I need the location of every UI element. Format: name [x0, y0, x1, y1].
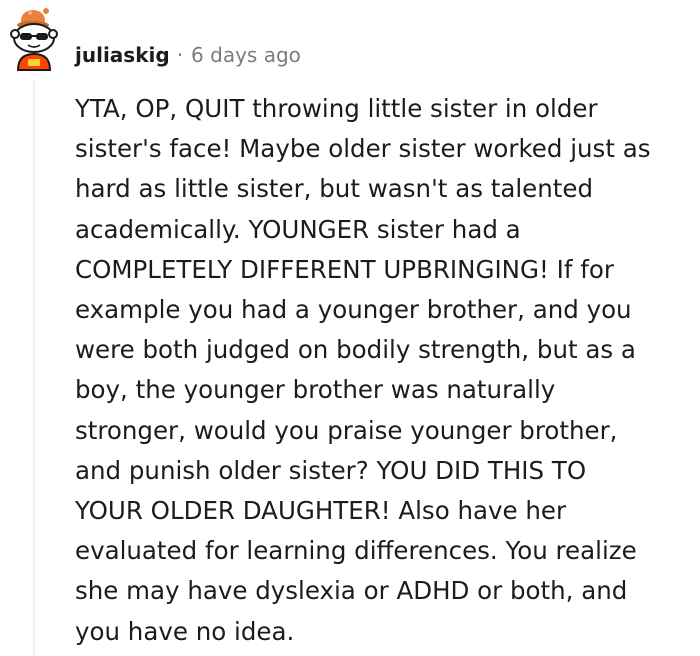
comment: juliaskig · 6 days ago YTA, OP, QUIT thr… [0, 0, 700, 656]
meta-separator: · [176, 43, 184, 67]
comment-meta: juliaskig · 6 days ago [75, 42, 301, 68]
thread-line[interactable] [33, 80, 35, 656]
user-avatar[interactable] [6, 4, 64, 76]
username-link[interactable]: juliaskig [75, 43, 170, 67]
comment-body: YTA, OP, QUIT throwing little sister in … [75, 94, 651, 646]
snoo-avatar-icon [10, 8, 58, 71]
comment-timestamp[interactable]: 6 days ago [191, 43, 301, 67]
